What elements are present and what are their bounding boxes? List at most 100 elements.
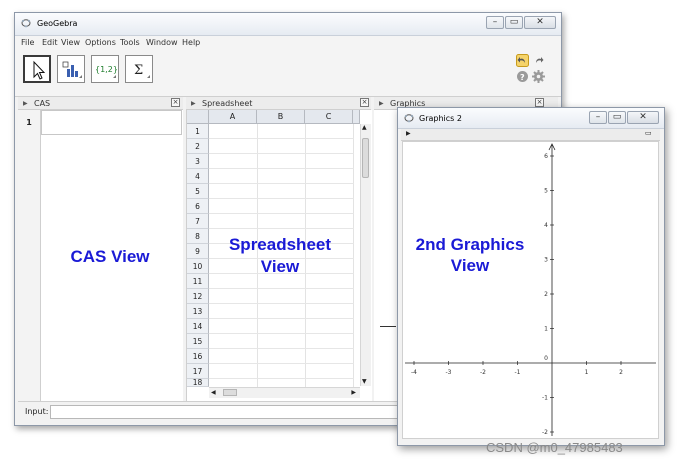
title-bar[interactable]: GeoGebra – ▭ ✕	[15, 13, 561, 36]
row-header[interactable]: 4	[187, 169, 209, 184]
move-tool-button[interactable]	[23, 55, 51, 83]
column-header-b[interactable]: B	[257, 110, 305, 124]
x-tick-label: -2	[480, 369, 486, 376]
menu-file[interactable]: File	[21, 38, 34, 47]
list-tool-label: {1,2}	[95, 65, 118, 74]
menu-options[interactable]: Options	[85, 38, 116, 47]
panel-toggle-icon[interactable]: ▶	[379, 100, 384, 107]
row-header[interactable]: 3	[187, 154, 209, 169]
x-tick-label: 2	[619, 369, 623, 376]
close-button[interactable]: ✕	[627, 111, 659, 124]
vertical-scrollbar[interactable]: ▲ ▼	[360, 124, 371, 386]
title-bar[interactable]: Graphics 2 – ▭ ✕	[398, 108, 664, 129]
scroll-down-icon[interactable]: ▼	[362, 378, 367, 385]
cas-input-cell[interactable]	[41, 110, 182, 135]
grid-row-line	[209, 333, 354, 334]
geogebra-logo-icon	[404, 114, 414, 123]
list-braces-icon: {1,2}	[95, 65, 118, 78]
grid-row-line	[209, 363, 354, 364]
row-header[interactable]: 13	[187, 304, 209, 319]
menu-edit[interactable]: Edit	[42, 38, 58, 47]
minimize-button[interactable]: –	[589, 111, 607, 124]
maximize-button[interactable]: ▭	[608, 111, 626, 124]
row-header[interactable]: 17	[187, 364, 209, 379]
row-header[interactable]: 7	[187, 214, 209, 229]
grid-row-line	[209, 168, 354, 169]
menu-tools[interactable]: Tools	[120, 38, 140, 47]
y-tick-label: 6	[544, 153, 548, 160]
minimize-icon: –	[595, 112, 601, 122]
column-header-filler	[353, 110, 360, 124]
maximize-icon: ▭	[509, 17, 519, 27]
row-header[interactable]: 18	[187, 379, 209, 387]
y-tick-label: -2	[542, 429, 548, 436]
cas-view-overlay: CAS View	[70, 247, 150, 266]
help-icon[interactable]: ?	[516, 70, 529, 83]
gear-icon[interactable]	[532, 70, 545, 83]
spreadsheet-panel-header: ▶ Spreadsheet ×	[186, 97, 371, 110]
row-header[interactable]: 10	[187, 259, 209, 274]
redo-icon[interactable]	[532, 54, 545, 67]
row-header[interactable]: 5	[187, 184, 209, 199]
grid-divider	[353, 124, 354, 396]
grid-row-line	[209, 198, 354, 199]
row-header[interactable]: 12	[187, 289, 209, 304]
spreadsheet-panel-title: Spreadsheet	[202, 99, 253, 108]
row-header[interactable]: 2	[187, 139, 209, 154]
sum-tool-label: Σ	[134, 63, 143, 78]
panel-toggle-icon[interactable]: ▶	[23, 100, 28, 107]
menu-window[interactable]: Window	[146, 38, 178, 47]
scroll-thumb[interactable]	[362, 138, 369, 178]
spreadsheet-overlay-line1: Spreadsheet	[228, 235, 332, 254]
panel-toggle-icon[interactable]: ▶	[406, 130, 411, 137]
undo-icon[interactable]	[516, 54, 529, 67]
scroll-left-icon[interactable]: ◀	[211, 389, 216, 396]
grid-row-line	[209, 228, 354, 229]
menu-view[interactable]: View	[61, 38, 80, 47]
column-header-c[interactable]: C	[305, 110, 353, 124]
corner-cell[interactable]	[187, 110, 209, 124]
row-header[interactable]: 11	[187, 274, 209, 289]
row-header[interactable]: 15	[187, 334, 209, 349]
minimize-button[interactable]: –	[486, 16, 504, 29]
horizontal-scrollbar[interactable]: ◀ ▶	[209, 387, 360, 398]
grid-row-line	[209, 378, 354, 379]
dock-icon[interactable]: ▭	[645, 129, 652, 137]
menu-help[interactable]: Help	[182, 38, 200, 47]
maximize-button[interactable]: ▭	[505, 16, 523, 29]
panel-toggle-icon[interactable]: ▶	[191, 100, 196, 107]
sum-tool-button[interactable]: Σ	[125, 55, 153, 83]
x-tick-label: -4	[411, 369, 417, 376]
close-button[interactable]: ✕	[524, 16, 556, 29]
graphics-2-canvas[interactable]: -4 -3 -2 -1 1 2 6 5 4 3 2 1 -1 -2 0	[402, 141, 659, 439]
bar-chart-icon	[62, 61, 82, 78]
cas-row-header	[18, 110, 41, 401]
scroll-right-icon[interactable]: ▶	[351, 389, 356, 396]
row-header[interactable]: 6	[187, 199, 209, 214]
grid-row-line	[209, 303, 354, 304]
grid-row-line	[209, 213, 354, 214]
row-header[interactable]: 16	[187, 349, 209, 364]
scroll-thumb[interactable]	[223, 389, 237, 396]
graphics-close-icon[interactable]: ×	[535, 98, 544, 107]
spreadsheet-close-icon[interactable]: ×	[360, 98, 369, 107]
input-field[interactable]	[50, 405, 410, 419]
menu-bar: File Edit View Options Tools Window Help	[15, 36, 561, 50]
cas-panel-header: ▶ CAS ×	[18, 97, 183, 110]
scroll-up-icon[interactable]: ▲	[362, 124, 367, 131]
origin-label: 0	[544, 355, 548, 362]
graphics-2-window: Graphics 2 – ▭ ✕ ▶ ▭ -4 -3 -2 -1 1 2 6 5 4 3 2 1 -1-…	[397, 107, 665, 446]
x-tick-label: 1	[585, 369, 589, 376]
row-header[interactable]: 1	[187, 124, 209, 139]
column-header-a[interactable]: A	[209, 110, 257, 124]
row-header[interactable]: 8	[187, 229, 209, 244]
row-header[interactable]: 9	[187, 244, 209, 259]
row-header[interactable]: 14	[187, 319, 209, 334]
chart-tool-button[interactable]	[57, 55, 85, 83]
graphics-2-overlay-line2: View	[450, 256, 490, 275]
list-tool-button[interactable]: {1,2}	[91, 55, 119, 83]
y-tick-label: 1	[544, 326, 548, 333]
x-tick-label: -3	[446, 369, 452, 376]
sigma-icon: Σ	[134, 63, 150, 78]
cas-close-icon[interactable]: ×	[171, 98, 180, 107]
